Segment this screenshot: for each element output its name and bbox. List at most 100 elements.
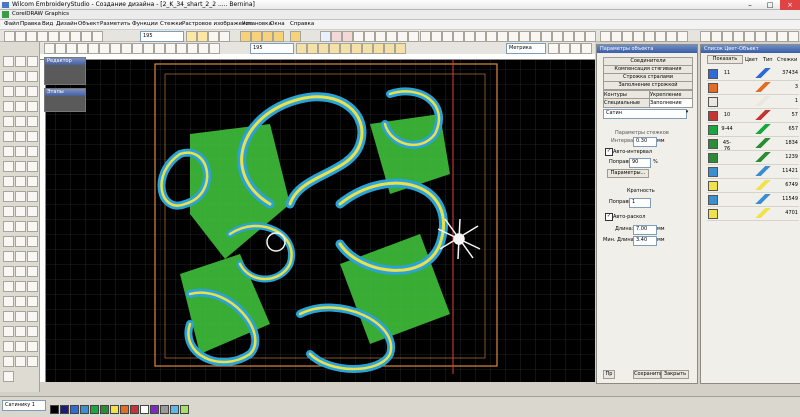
color-swatch[interactable] [708, 83, 718, 93]
fx3-icon[interactable] [273, 31, 284, 42]
outline5-icon[interactable] [340, 43, 351, 54]
tool-icon[interactable] [15, 266, 26, 277]
color-swatch[interactable] [708, 167, 718, 177]
view6-icon[interactable] [655, 31, 666, 42]
tool-icon[interactable] [3, 101, 14, 112]
tool-icon[interactable] [3, 296, 14, 307]
list-item[interactable]: 11421 [707, 165, 799, 179]
mirror-icon[interactable] [88, 43, 99, 54]
tool-icon[interactable] [27, 206, 38, 217]
stitch-type16-icon[interactable] [585, 31, 596, 42]
tool-icon[interactable] [3, 356, 14, 367]
knife-icon[interactable] [66, 43, 77, 54]
color-swatch[interactable] [708, 69, 718, 79]
menu-setup[interactable]: Установка [242, 21, 272, 27]
stitch-type7-icon[interactable] [486, 31, 497, 42]
stitch-type11-icon[interactable] [530, 31, 541, 42]
tool-icon[interactable] [15, 281, 26, 292]
align4-icon[interactable] [143, 43, 154, 54]
zoom-field-2[interactable]: 195 [250, 43, 294, 54]
view8-icon[interactable] [677, 31, 688, 42]
tool-icon[interactable] [15, 176, 26, 187]
tool-icon[interactable] [3, 56, 14, 67]
tool-icon[interactable] [27, 86, 38, 97]
tool-icon[interactable] [3, 371, 14, 382]
stitch-type5-icon[interactable] [464, 31, 475, 42]
machine3-icon[interactable] [722, 31, 733, 42]
stitch-type4-icon[interactable] [453, 31, 464, 42]
view-icon[interactable] [600, 31, 611, 42]
min-length-input[interactable]: 3.40 [633, 236, 657, 246]
list-item[interactable]: 4701 [707, 207, 799, 221]
tool-icon[interactable] [3, 311, 14, 322]
tool-icon[interactable] [3, 146, 14, 157]
color-swatch[interactable] [708, 153, 718, 163]
palette-swatch[interactable] [100, 405, 109, 414]
tool-icon[interactable] [15, 191, 26, 202]
tatami-icon[interactable] [375, 31, 386, 42]
tool-icon[interactable] [3, 266, 14, 277]
zoom-out-icon[interactable] [197, 31, 208, 42]
pattern-icon[interactable] [331, 31, 342, 42]
fill-stitch-button[interactable]: Заполнение строжкой [603, 81, 693, 90]
options3-icon[interactable] [570, 43, 581, 54]
list-item[interactable]: 10 57 [707, 109, 799, 123]
tool-icon[interactable] [15, 251, 26, 262]
palette-swatch[interactable] [140, 405, 149, 414]
tab-fill[interactable]: Заполнение [649, 98, 693, 108]
list-item[interactable]: 1 [707, 95, 799, 109]
menu-stitches[interactable]: Стежки [160, 21, 182, 27]
tool-icon[interactable] [27, 326, 38, 337]
tool-icon[interactable] [15, 311, 26, 322]
reshape-icon[interactable] [55, 43, 66, 54]
color-swatch[interactable] [708, 181, 718, 191]
copy-icon[interactable] [59, 31, 70, 42]
tool-icon[interactable] [27, 296, 38, 307]
tool-icon[interactable] [27, 116, 38, 127]
fill-icon[interactable] [386, 31, 397, 42]
show-button[interactable]: Показать [707, 55, 743, 64]
tool-icon[interactable] [15, 101, 26, 112]
close-button[interactable]: Закрыть [661, 370, 689, 379]
stitch-edit-icon[interactable] [77, 43, 88, 54]
stitch-type15-icon[interactable] [574, 31, 585, 42]
tool-icon[interactable] [15, 86, 26, 97]
tool-icon[interactable] [27, 176, 38, 187]
palette-swatch[interactable] [50, 405, 59, 414]
tool-icon[interactable] [27, 251, 38, 262]
menu-edit[interactable]: Правка [20, 21, 41, 27]
tab-special[interactable]: Специальные [603, 98, 651, 108]
stitch-type-select[interactable]: Сатин [603, 109, 687, 119]
fx-icon[interactable] [251, 31, 262, 42]
rotate-icon[interactable] [99, 43, 110, 54]
align-icon[interactable] [110, 43, 121, 54]
design-icon[interactable] [290, 31, 301, 42]
options2-icon[interactable] [559, 43, 570, 54]
run-icon[interactable] [353, 31, 364, 42]
menu-view[interactable]: Вид [42, 21, 53, 27]
editor-panel[interactable]: Редактор [44, 57, 86, 85]
cross-icon[interactable] [408, 31, 419, 42]
3d-icon[interactable] [766, 31, 777, 42]
tool-icon[interactable] [27, 161, 38, 172]
tool-icon[interactable] [3, 71, 14, 82]
auto-interval-checkbox[interactable]: ✓ [605, 148, 613, 156]
align5-icon[interactable] [154, 43, 165, 54]
tool-icon[interactable] [15, 146, 26, 157]
tool-icon[interactable] [27, 191, 38, 202]
tool-icon[interactable] [15, 71, 26, 82]
satin-icon[interactable] [364, 31, 375, 42]
tool-icon[interactable] [3, 161, 14, 172]
view4-icon[interactable] [633, 31, 644, 42]
minimize-icon[interactable]: – [740, 0, 760, 10]
outline4-icon[interactable] [329, 43, 340, 54]
machine4-icon[interactable] [733, 31, 744, 42]
view7-icon[interactable] [666, 31, 677, 42]
save-icon[interactable] [26, 31, 37, 42]
color-swatch[interactable] [708, 209, 718, 219]
list-item[interactable]: 45-76 1834 [707, 137, 799, 152]
tool-icon[interactable] [27, 266, 38, 277]
print-icon[interactable] [37, 31, 48, 42]
correction-input[interactable]: 90 [629, 158, 651, 168]
tool-icon[interactable] [3, 86, 14, 97]
